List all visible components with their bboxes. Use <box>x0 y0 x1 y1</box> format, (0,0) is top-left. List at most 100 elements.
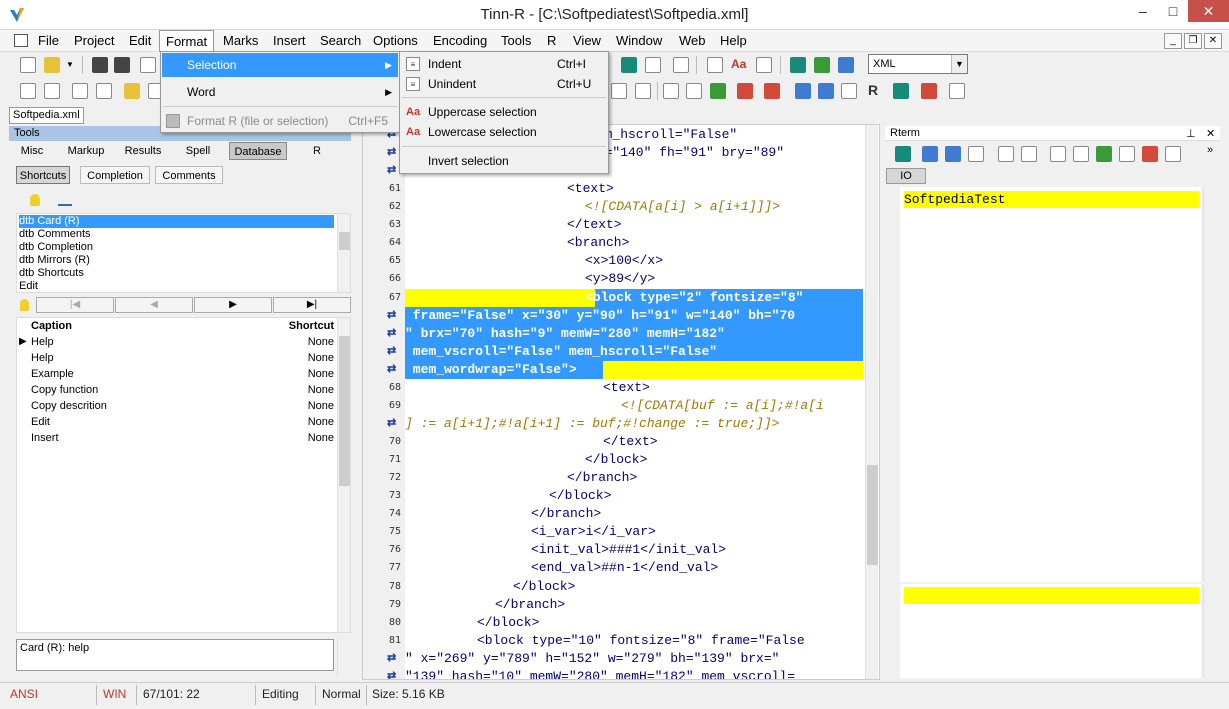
rterm-input[interactable] <box>900 584 1201 678</box>
html-tags-icon[interactable] <box>621 57 637 73</box>
pin-icon[interactable]: ⊥ <box>1186 127 1196 140</box>
table-row[interactable]: Example None <box>17 366 337 382</box>
page-icon[interactable] <box>1021 146 1037 162</box>
tab-r[interactable]: R <box>300 142 334 160</box>
menu-format[interactable]: Format <box>159 30 215 52</box>
document-tab[interactable]: Softpedia.xml <box>9 107 84 124</box>
link-icon[interactable] <box>949 83 965 99</box>
menu-web[interactable]: Web <box>679 33 706 48</box>
paste-icon[interactable] <box>44 83 60 99</box>
menu-item-indent[interactable]: ≡ Indent Ctrl+I <box>401 54 607 74</box>
list-item[interactable]: dtb Shortcuts <box>19 267 334 280</box>
open-folder-icon[interactable] <box>44 57 60 73</box>
tab-spell[interactable]: Spell <box>175 142 221 160</box>
menu-project[interactable]: Project <box>74 33 114 48</box>
format-icon[interactable] <box>673 57 689 73</box>
menu-r[interactable]: R <box>547 33 556 48</box>
copy-icon[interactable] <box>20 83 36 99</box>
tags-icon[interactable] <box>1096 146 1112 162</box>
font-case-icon[interactable]: Aa <box>731 57 746 71</box>
menu-item-unindent[interactable]: ≡ Unindent Ctrl+U <box>401 74 607 94</box>
menu-marks[interactable]: Marks <box>223 33 258 48</box>
tab-results[interactable]: Results <box>118 142 168 160</box>
menu-options[interactable]: Options <box>373 33 418 48</box>
list-scrollbar[interactable] <box>337 214 350 292</box>
caption-column-header[interactable]: Caption <box>31 318 72 334</box>
syntax-select[interactable]: XML ▼ <box>868 54 968 74</box>
list-item[interactable]: dtb Mirrors (R) <box>19 254 334 267</box>
run-icon[interactable] <box>710 83 726 99</box>
mdi-minimize-button[interactable]: _ <box>1164 33 1182 49</box>
last-record-button[interactable]: ▶| <box>273 297 351 313</box>
table-row[interactable]: Edit None <box>17 414 337 430</box>
table-row[interactable]: Insert None <box>17 430 337 446</box>
highlight-icon[interactable] <box>611 83 627 99</box>
prior-record-button[interactable]: ◀ <box>115 297 193 313</box>
subtab-comments[interactable]: Comments <box>155 166 223 184</box>
indent-icon[interactable] <box>72 83 88 99</box>
window-icon[interactable] <box>1050 146 1066 162</box>
info-icon[interactable] <box>945 146 961 162</box>
menu-item-selection[interactable]: Selection ▶ <box>162 53 398 77</box>
menu-view[interactable]: View <box>573 33 601 48</box>
stop-icon[interactable] <box>764 83 780 99</box>
menu-item-lowercase[interactable]: Aa Lowercase selection <box>401 122 607 142</box>
table-row[interactable]: ▶ Help None <box>17 334 337 350</box>
first-record-button[interactable]: |◀ <box>36 297 114 313</box>
menu-encoding[interactable]: Encoding <box>433 33 487 48</box>
console-icon[interactable] <box>893 83 909 99</box>
close-panel-icon[interactable]: ✕ <box>1206 127 1215 140</box>
info-icon[interactable] <box>818 83 834 99</box>
help-icon[interactable] <box>795 83 811 99</box>
mdi-close-button[interactable]: ✕ <box>1204 33 1222 49</box>
database-list[interactable]: dtb Card (R) dtb Comments dtb Completion… <box>16 213 351 293</box>
shortcuts-grid[interactable]: Caption Shortcut ▶ Help None Help None Exam… <box>16 317 351 633</box>
menu-item-uppercase[interactable]: Aa Uppercase selection <box>401 102 607 122</box>
panel-icon[interactable] <box>686 83 702 99</box>
menu-insert[interactable]: Insert <box>273 33 306 48</box>
subtab-shortcuts[interactable]: Shortcuts <box>16 166 70 184</box>
shortcut-column-header[interactable]: Shortcut <box>289 318 334 334</box>
new-file-icon[interactable] <box>20 57 36 73</box>
menu-file[interactable]: File <box>38 33 59 48</box>
help-icon[interactable] <box>922 146 938 162</box>
menu-search[interactable]: Search <box>320 33 361 48</box>
minimize-button[interactable]: – <box>1128 0 1158 22</box>
table-row[interactable]: Copy function None <box>17 382 337 398</box>
html-icon[interactable] <box>841 83 857 99</box>
menu-edit[interactable]: Edit <box>129 33 151 48</box>
shuffle-icon[interactable] <box>790 57 806 73</box>
close-button[interactable]: ✕ <box>1188 0 1229 22</box>
editor-scrollbar[interactable] <box>865 125 878 679</box>
gift-icon[interactable] <box>921 83 937 99</box>
rterm-scrollbar[interactable] <box>1203 187 1216 582</box>
window-icon[interactable] <box>663 83 679 99</box>
edit-icon[interactable] <box>645 57 661 73</box>
marker-icon[interactable] <box>635 83 651 99</box>
menu-item-invert-selection[interactable]: Invert selection <box>401 151 607 171</box>
card-scrollbar[interactable] <box>337 639 350 677</box>
code-editor[interactable]: ⇄ ⇄ ⇄ 61 62 63 64 65 66 67 ⇄ ⇄ ⇄ ⇄ 68 69 ⇄ 70 71 72 73 74 75 76… <box>362 124 880 680</box>
console-icon[interactable] <box>895 146 911 162</box>
pen-icon[interactable] <box>58 194 72 206</box>
clipboard-icon[interactable] <box>124 83 140 99</box>
mdi-restore-button[interactable]: ❐ <box>1184 33 1202 49</box>
branch-icon[interactable] <box>814 57 830 73</box>
next-record-button[interactable]: ▶ <box>194 297 272 313</box>
tab-database[interactable]: Database <box>229 142 287 160</box>
edit-icon[interactable] <box>1119 146 1135 162</box>
maximize-button[interactable]: □ <box>1158 0 1188 22</box>
menu-tools[interactable]: Tools <box>501 33 531 48</box>
menu-item-word[interactable]: Word ▶ <box>162 80 398 104</box>
menu-help[interactable]: Help <box>720 33 747 48</box>
table-row[interactable]: Help None <box>17 350 337 366</box>
r-icon[interactable]: R <box>868 82 878 98</box>
color-icon[interactable] <box>1142 146 1158 162</box>
eraser-icon[interactable] <box>756 57 772 73</box>
chevron-right-icon[interactable]: » <box>1207 144 1213 156</box>
save-all-icon[interactable] <box>114 57 130 73</box>
lightbulb-icon[interactable] <box>30 194 40 206</box>
list-item[interactable]: dtb Card (R) <box>19 215 334 228</box>
list-item[interactable]: Edit <box>19 280 334 293</box>
list-item[interactable]: dtb Comments <box>19 228 334 241</box>
